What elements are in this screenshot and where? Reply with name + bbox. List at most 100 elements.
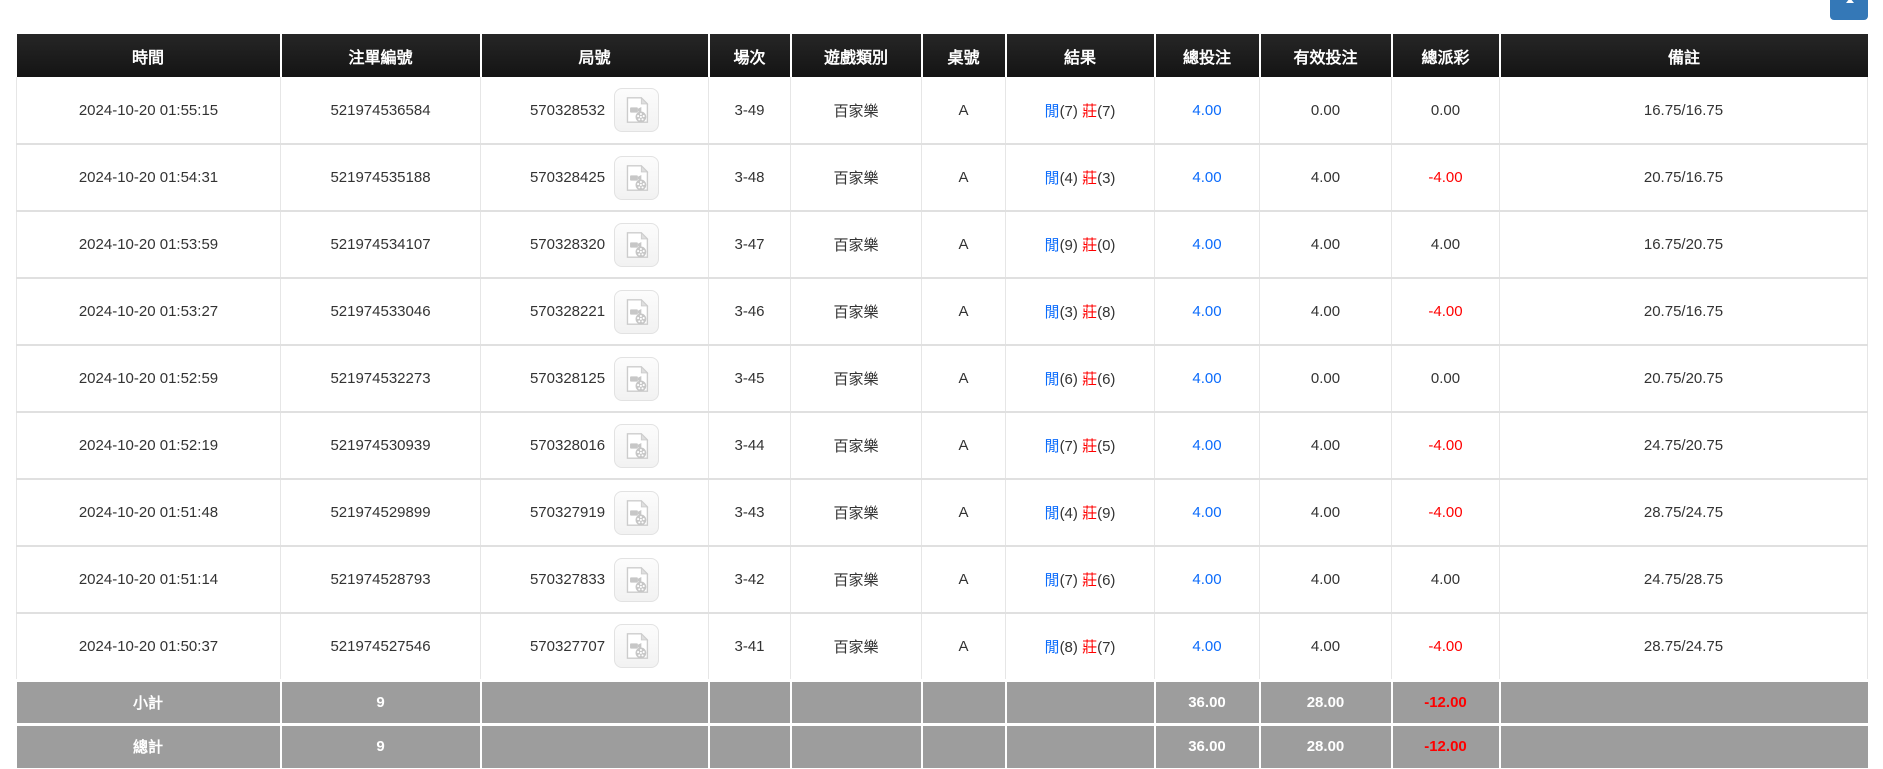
cell-bet-id: 521974533046 <box>281 278 481 345</box>
cell-table-no: A <box>922 613 1006 680</box>
cell-remark: 16.75/16.75 <box>1500 77 1868 144</box>
total-bet-link[interactable]: 4.00 <box>1192 571 1221 588</box>
cell-result: 閒(7) 莊(6) <box>1006 546 1155 613</box>
video-replay-button[interactable] <box>614 424 659 468</box>
cell-bet-id: 521974534107 <box>281 211 481 278</box>
cell-session: 3-41 <box>709 613 791 680</box>
subtotal-count: 9 <box>281 680 481 724</box>
cell-result: 閒(9) 莊(0) <box>1006 211 1155 278</box>
video-file-icon <box>624 499 650 527</box>
round-number: 570328221 <box>530 303 605 320</box>
cell-valid-bet: 0.00 <box>1260 77 1392 144</box>
total-bet-link[interactable]: 4.00 <box>1192 638 1221 655</box>
cell-game-type: 百家樂 <box>791 412 922 479</box>
cell-total-bet: 4.00 <box>1155 144 1260 211</box>
cell-payout: -4.00 <box>1392 144 1500 211</box>
table-row: 2024-10-20 01:53:59 521974534107 5703283… <box>17 211 1868 278</box>
cell-table-no: A <box>922 412 1006 479</box>
cell-remark: 24.75/28.75 <box>1500 546 1868 613</box>
cell-valid-bet: 4.00 <box>1260 613 1392 680</box>
banker-score: (9) <box>1097 505 1115 522</box>
col-header-payout: 總派彩 <box>1392 34 1500 77</box>
subtotal-row: 小計 9 36.00 28.00 -12.00 <box>17 680 1868 724</box>
subtotal-payout: -12.00 <box>1392 680 1500 724</box>
video-file-icon <box>624 96 650 124</box>
cell-payout: 4.00 <box>1392 211 1500 278</box>
table-body: 2024-10-20 01:55:15 521974536584 5703285… <box>17 77 1868 680</box>
total-bet-link[interactable]: 4.00 <box>1192 303 1221 320</box>
player-score: (4) <box>1060 505 1078 522</box>
cell-time: 2024-10-20 01:52:19 <box>17 412 281 479</box>
cell-valid-bet: 4.00 <box>1260 144 1392 211</box>
cell-session: 3-48 <box>709 144 791 211</box>
col-header-total-bet: 總投注 <box>1155 34 1260 77</box>
banker-score: (7) <box>1097 103 1115 120</box>
cell-result: 閒(6) 莊(6) <box>1006 345 1155 412</box>
cell-time: 2024-10-20 01:53:59 <box>17 211 281 278</box>
player-result-label: 閒 <box>1045 438 1060 455</box>
cell-time: 2024-10-20 01:53:27 <box>17 278 281 345</box>
table-row: 2024-10-20 01:52:19 521974530939 5703280… <box>17 412 1868 479</box>
cell-round-id: 570328125 <box>481 345 709 412</box>
cell-result: 閒(8) 莊(7) <box>1006 613 1155 680</box>
cell-game-type: 百家樂 <box>791 77 922 144</box>
cell-bet-id: 521974527546 <box>281 613 481 680</box>
cell-payout: -4.00 <box>1392 613 1500 680</box>
cell-table-no: A <box>922 211 1006 278</box>
total-valid-bet: 28.00 <box>1260 724 1392 768</box>
cell-time: 2024-10-20 01:51:48 <box>17 479 281 546</box>
cell-round-id: 570328425 <box>481 144 709 211</box>
player-score: (7) <box>1060 572 1078 589</box>
round-number: 570328532 <box>530 102 605 119</box>
total-bet-link[interactable]: 4.00 <box>1192 437 1221 454</box>
video-replay-button[interactable] <box>614 558 659 602</box>
cell-result: 閒(4) 莊(3) <box>1006 144 1155 211</box>
player-score: (4) <box>1060 170 1078 187</box>
total-bet-link[interactable]: 4.00 <box>1192 370 1221 387</box>
banker-score: (3) <box>1097 170 1115 187</box>
round-number: 570327919 <box>530 504 605 521</box>
cell-session: 3-46 <box>709 278 791 345</box>
cell-total-bet: 4.00 <box>1155 345 1260 412</box>
video-replay-button[interactable] <box>614 156 659 200</box>
banker-result-label: 莊 <box>1082 639 1097 656</box>
total-bet-link[interactable]: 4.00 <box>1192 236 1221 253</box>
video-replay-button[interactable] <box>614 88 659 132</box>
player-result-label: 閒 <box>1045 170 1060 187</box>
video-replay-button[interactable] <box>614 290 659 334</box>
subtotal-total-bet: 36.00 <box>1155 680 1260 724</box>
banker-result-label: 莊 <box>1082 505 1097 522</box>
cell-total-bet: 4.00 <box>1155 613 1260 680</box>
video-file-icon <box>624 298 650 326</box>
cell-bet-id: 521974532273 <box>281 345 481 412</box>
player-result-label: 閒 <box>1045 237 1060 254</box>
table-row: 2024-10-20 01:52:59 521974532273 5703281… <box>17 345 1868 412</box>
banker-result-label: 莊 <box>1082 170 1097 187</box>
cell-bet-id: 521974536584 <box>281 77 481 144</box>
cell-game-type: 百家樂 <box>791 345 922 412</box>
total-bet-link[interactable]: 4.00 <box>1192 102 1221 119</box>
cell-time: 2024-10-20 01:51:14 <box>17 546 281 613</box>
player-score: (9) <box>1060 237 1078 254</box>
col-header-result: 結果 <box>1006 34 1155 77</box>
cell-remark: 20.75/20.75 <box>1500 345 1868 412</box>
video-file-icon <box>624 231 650 259</box>
video-replay-button[interactable] <box>614 491 659 535</box>
player-result-label: 閒 <box>1045 304 1060 321</box>
total-total-bet: 36.00 <box>1155 724 1260 768</box>
video-replay-button[interactable] <box>614 223 659 267</box>
cell-remark: 28.75/24.75 <box>1500 479 1868 546</box>
video-replay-button[interactable] <box>614 624 659 668</box>
video-file-icon <box>624 365 650 393</box>
total-bet-link[interactable]: 4.00 <box>1192 169 1221 186</box>
player-result-label: 閒 <box>1045 572 1060 589</box>
video-replay-button[interactable] <box>614 357 659 401</box>
cell-valid-bet: 0.00 <box>1260 345 1392 412</box>
cell-round-id: 570327919 <box>481 479 709 546</box>
player-score: (8) <box>1060 639 1078 656</box>
scroll-top-button[interactable] <box>1830 0 1868 20</box>
total-bet-link[interactable]: 4.00 <box>1192 504 1221 521</box>
cell-round-id: 570327833 <box>481 546 709 613</box>
banker-score: (8) <box>1097 304 1115 321</box>
cell-session: 3-49 <box>709 77 791 144</box>
